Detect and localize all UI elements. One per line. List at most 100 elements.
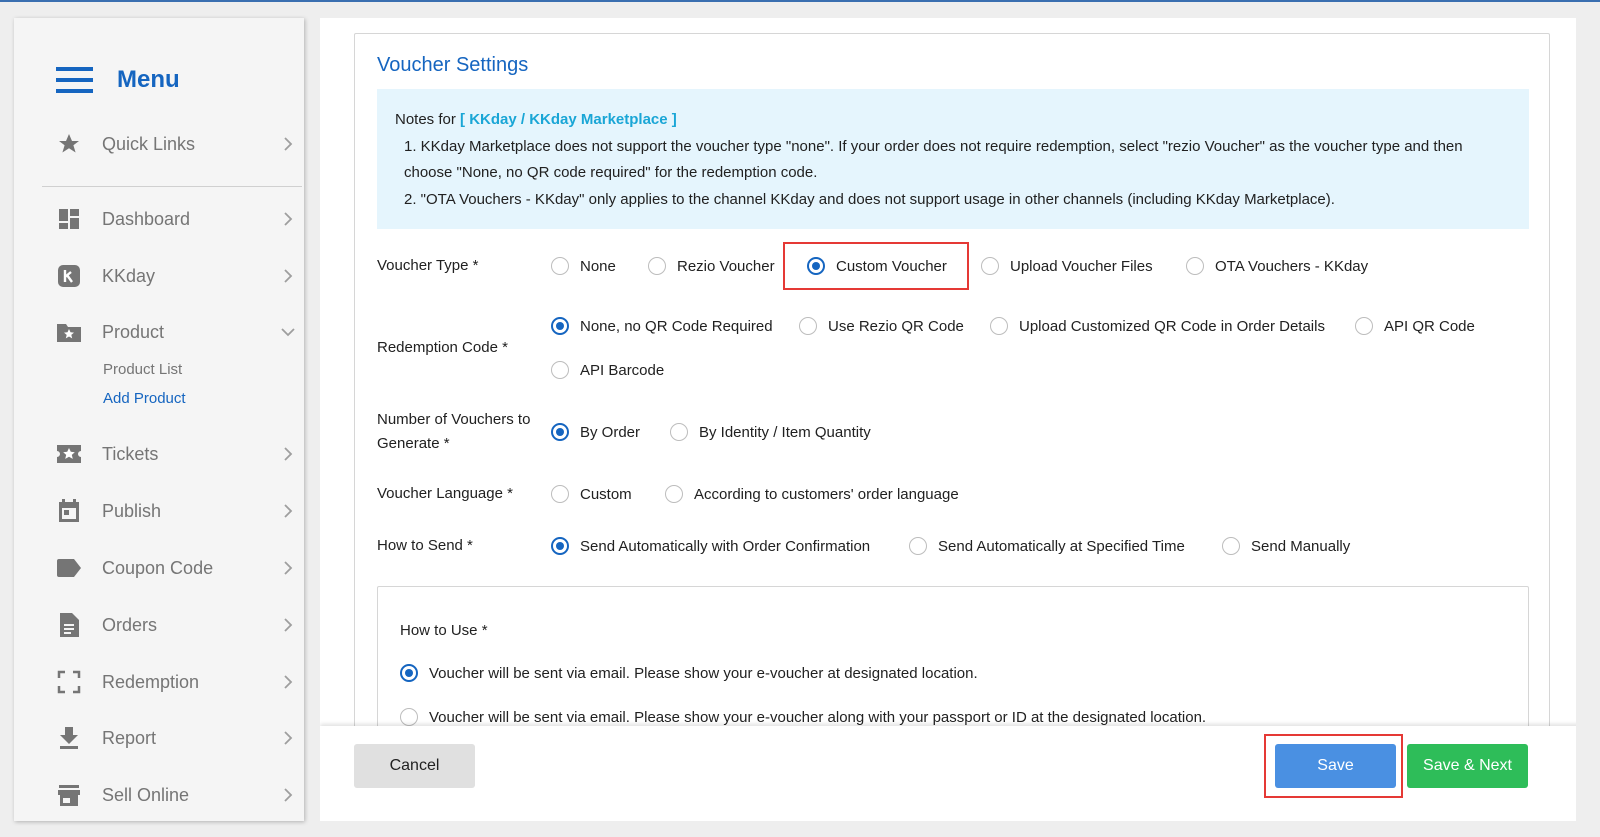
sidebar-subitem-add-product[interactable]: Add Product: [103, 390, 186, 407]
voucher-type-upload[interactable]: Upload Voucher Files: [981, 257, 1153, 275]
sidebar-item-orders[interactable]: Orders: [56, 605, 296, 645]
radio-label: Send Automatically with Order Confirmati…: [580, 537, 871, 555]
sidebar-item-label: Redemption: [102, 671, 200, 692]
save-button[interactable]: Save: [1275, 744, 1396, 788]
star-icon: [56, 131, 82, 157]
num-vouchers-by-order[interactable]: By Order: [551, 423, 640, 441]
menu-header[interactable]: Menu: [56, 60, 180, 100]
notes-highlight: [ KKday / KKday Marketplace ]: [460, 111, 677, 128]
send-with-confirmation[interactable]: Send Automatically with Order Confirmati…: [551, 537, 870, 555]
redemption-api-barcode[interactable]: API Barcode: [551, 361, 664, 379]
radio-label: Voucher will be sent via email. Please s…: [429, 708, 1207, 726]
num-vouchers-label: Number of Vouchers to Generate *: [377, 408, 530, 456]
radio-button[interactable]: [909, 537, 927, 555]
language-order[interactable]: According to customers' order language: [665, 485, 959, 503]
redemption-upload-qr[interactable]: Upload Customized QR Code in Order Detai…: [990, 317, 1325, 335]
radio-button[interactable]: [551, 485, 569, 503]
sidebar-item-label: Report: [102, 727, 157, 748]
cancel-button[interactable]: Cancel: [354, 744, 475, 788]
language-custom[interactable]: Custom: [551, 485, 632, 503]
use-option-email-id[interactable]: Voucher will be sent via email. Please s…: [400, 708, 1206, 726]
voucher-language-label: Voucher Language *: [377, 485, 513, 502]
notes-line-1: 1. KKday Marketplace does not support th…: [404, 137, 1463, 182]
sidebar-item-redemption[interactable]: Redemption: [56, 662, 296, 702]
how-to-send-label: How to Send *: [377, 537, 473, 554]
radio-button-checked[interactable]: [551, 317, 569, 335]
num-vouchers-by-identity[interactable]: By Identity / Item Quantity: [670, 423, 871, 441]
radio-button[interactable]: [1186, 257, 1204, 275]
radio-button[interactable]: [799, 317, 817, 335]
radio-button-checked[interactable]: [551, 423, 569, 441]
chevron-right-icon: [284, 788, 293, 802]
menu-title: Menu: [117, 66, 180, 93]
chevron-down-icon: [281, 328, 295, 337]
radio-label: By Order: [580, 423, 641, 441]
sidebar-item-label: Publish: [102, 500, 162, 521]
sidebar-item-label: Coupon Code: [102, 557, 214, 578]
radio-button-checked[interactable]: [551, 537, 569, 555]
redemption-none[interactable]: None, no QR Code Required: [551, 317, 773, 335]
sidebar-item-label: Quick Links: [102, 133, 196, 154]
radio-label: Send Automatically at Specified Time: [938, 537, 1185, 555]
voucher-settings-card: Voucher Settings Notes for [ KKday / KKd…: [354, 33, 1550, 793]
tag-icon: [56, 555, 82, 581]
radio-button[interactable]: [400, 708, 418, 726]
sidebar-item-quick-links[interactable]: Quick Links: [56, 124, 296, 164]
voucher-type-rezio[interactable]: Rezio Voucher: [648, 257, 775, 275]
top-border: [0, 0, 1600, 2]
redemption-api-qr[interactable]: API QR Code: [1355, 317, 1475, 335]
chevron-right-icon: [284, 212, 293, 226]
chevron-right-icon: [284, 504, 293, 518]
voucher-type-none[interactable]: None: [551, 257, 616, 275]
scrollbar[interactable]: [1576, 18, 1586, 821]
chevron-right-icon: [284, 269, 293, 283]
document-icon: [56, 612, 82, 638]
radio-button[interactable]: [1355, 317, 1373, 335]
radio-button[interactable]: [551, 361, 569, 379]
redemption-code-label: Redemption Code *: [377, 339, 508, 356]
sidebar-subitem-product-list[interactable]: Product List: [103, 361, 182, 378]
sidebar-item-tickets[interactable]: Tickets: [56, 434, 296, 474]
radio-label: By Identity / Item Quantity: [699, 423, 871, 441]
sidebar-item-publish[interactable]: Publish: [56, 491, 296, 531]
action-footer: Cancel Save Save & Next: [320, 726, 1586, 821]
calendar-icon: [56, 498, 82, 524]
sidebar-item-label: Product: [102, 321, 165, 342]
main-content: Voucher Settings Notes for [ KKday / KKd…: [320, 18, 1586, 821]
sidebar-item-label: Tickets: [102, 443, 159, 464]
scan-icon: [56, 669, 82, 695]
chevron-right-icon: [284, 561, 293, 575]
radio-button[interactable]: [1222, 537, 1240, 555]
product-icon: [56, 319, 82, 345]
radio-button[interactable]: [990, 317, 1008, 335]
use-option-email[interactable]: Voucher will be sent via email. Please s…: [400, 664, 978, 682]
ticket-icon: [56, 441, 82, 467]
sidebar-item-product[interactable]: Product: [56, 312, 296, 352]
sidebar-item-dashboard[interactable]: Dashboard: [56, 199, 296, 239]
sidebar-item-report[interactable]: Report: [56, 718, 296, 758]
redemption-rezio-qr[interactable]: Use Rezio QR Code: [799, 317, 964, 335]
hamburger-icon[interactable]: [56, 67, 93, 93]
radio-label: API Barcode: [580, 361, 665, 379]
send-manually[interactable]: Send Manually: [1222, 537, 1350, 555]
radio-label: Send Manually: [1251, 537, 1351, 555]
radio-button[interactable]: [670, 423, 688, 441]
sidebar-item-kkday[interactable]: KKday: [56, 256, 296, 296]
voucher-type-label: Voucher Type *: [377, 257, 479, 274]
radio-label: Upload Customized QR Code in Order Detai…: [1019, 317, 1325, 335]
save-next-button[interactable]: Save & Next: [1407, 744, 1528, 788]
voucher-type-ota-kkday[interactable]: OTA Vouchers - KKday: [1186, 257, 1368, 275]
send-specified-time[interactable]: Send Automatically at Specified Time: [909, 537, 1185, 555]
radio-button[interactable]: [551, 257, 569, 275]
sidebar-item-coupon-code[interactable]: Coupon Code: [56, 548, 296, 588]
sidebar-item-sell-online[interactable]: Sell Online: [56, 775, 296, 815]
radio-button[interactable]: [665, 485, 683, 503]
radio-label: Upload Voucher Files: [1010, 257, 1153, 275]
radio-button[interactable]: [981, 257, 999, 275]
notes-box: Notes for [ KKday / KKday Marketplace ] …: [377, 89, 1529, 229]
radio-label: Use Rezio QR Code: [828, 317, 964, 335]
sidebar-item-label: Orders: [102, 614, 158, 635]
sidebar: Menu Quick Links Dashboard KKday Product…: [14, 18, 304, 821]
radio-button-checked[interactable]: [400, 664, 418, 682]
radio-button[interactable]: [648, 257, 666, 275]
